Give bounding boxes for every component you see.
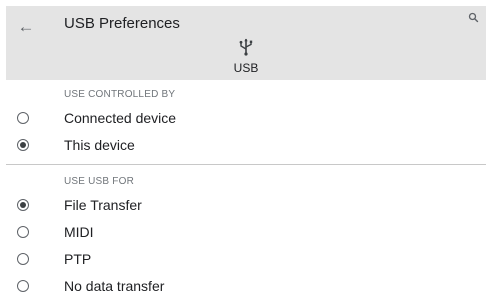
option-label: PTP [64,251,92,267]
app-bar: ← USB Preferences USB [6,6,486,80]
radio-option-file-transfer[interactable]: File Transfer [0,193,486,220]
section-divider [6,164,486,165]
option-label: MIDI [64,224,94,240]
usb-label: USB [233,61,259,75]
search-button[interactable] [466,10,482,26]
radio-button-unchecked[interactable] [17,226,29,238]
radio-button-unchecked[interactable] [17,280,29,292]
option-label: Connected device [64,110,177,126]
radio-option-this-device[interactable]: This device [0,133,486,160]
option-label: No data transfer [64,278,165,294]
radio-option-connected-device[interactable]: Connected device [0,106,486,133]
section-header-controlled-by: USE CONTROLLED BY [64,89,176,100]
page-title: USB Preferences [64,15,180,32]
radio-button-checked[interactable] [17,139,29,151]
usb-icon [239,38,253,56]
back-button[interactable]: ← [12,12,40,40]
radio-button-checked[interactable] [17,199,29,211]
arrow-left-icon: ← [17,16,35,36]
section-header-use-usb-for: USE USB FOR [64,176,134,187]
radio-option-midi[interactable]: MIDI [0,220,486,247]
option-label: File Transfer [64,197,142,213]
radio-button-unchecked[interactable] [17,112,29,124]
option-label: This device [64,137,135,153]
search-icon [468,12,479,23]
radio-option-ptp[interactable]: PTP [0,247,486,274]
radio-option-no-data-transfer[interactable]: No data transfer [0,274,486,301]
radio-button-unchecked[interactable] [17,253,29,265]
